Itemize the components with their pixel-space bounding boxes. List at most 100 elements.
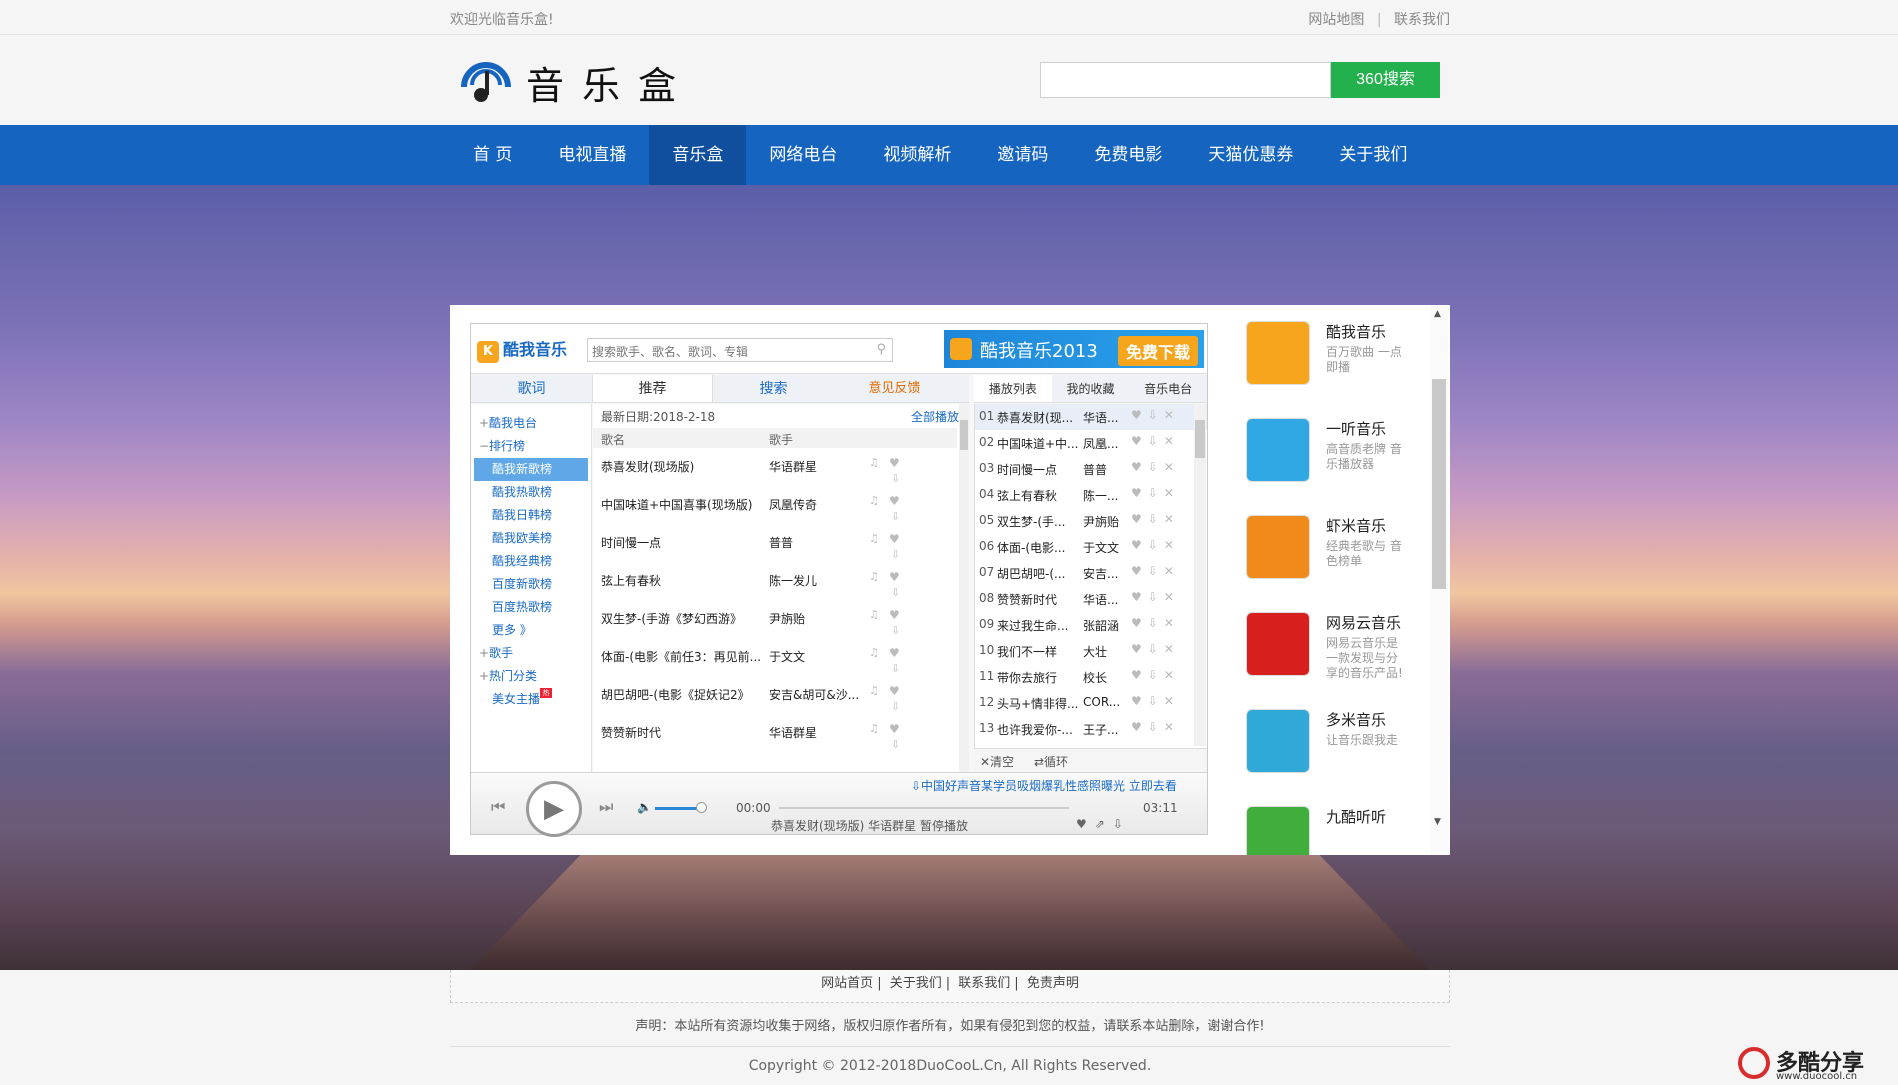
song-name[interactable]: 弦上有春秋 [601, 572, 761, 589]
song-singer[interactable]: 尹旃贻 [769, 610, 859, 627]
queue-item[interactable]: 08 赞赞新时代 华语... ♥⇩✕ [975, 586, 1207, 612]
table-row[interactable]: 赞赞新时代 华语群星 ♫ ♥ ⇩ [593, 716, 957, 754]
song-singer[interactable]: 华语群星 [769, 458, 859, 475]
app-item[interactable]: 网易云音乐 网易云音乐是 一款发现与分 享的音乐产品! [1242, 606, 1424, 703]
list-scroll-thumb[interactable] [960, 420, 968, 450]
heart-icon[interactable]: ♥ [1131, 460, 1148, 474]
sidebar-item-baidu-new[interactable]: 百度新歌榜 [471, 573, 591, 596]
table-row[interactable]: 体面-(电影《前任3：再见前... 于文文 ♫ ♥ ⇩ [593, 640, 957, 678]
queue-title[interactable]: 我们不一样 [997, 643, 1079, 660]
sidebar-item-more[interactable]: 更多 》 [471, 619, 591, 642]
sidebar-item-charts[interactable]: 排行榜 [471, 435, 591, 458]
footer-home-link[interactable]: 网站首页 [821, 976, 873, 991]
table-row[interactable]: 中国味道+中国喜事(现场版) 凤凰传奇 ♫ ♥ ⇩ [593, 488, 957, 526]
table-row[interactable]: 恭喜发财(现场版) 华语群星 ♫ ♥ ⇩ [593, 450, 957, 488]
queue-artist[interactable]: COR... [1083, 695, 1123, 709]
progress-bar[interactable] [779, 807, 1069, 809]
download-icon[interactable]: ⇩ [1148, 538, 1164, 552]
queue-item[interactable]: 07 胡巴胡吧-(... 安吉... ♥⇩✕ [975, 560, 1207, 586]
queue-title[interactable]: 来过我生命... [997, 617, 1079, 634]
song-name[interactable]: 胡巴胡吧-(电影《捉妖记2》 [601, 686, 761, 703]
tab-recommend[interactable]: 推荐 [592, 375, 713, 402]
headphone-icon[interactable]: ♫ [869, 570, 879, 583]
queue-artist[interactable]: 华语... [1083, 591, 1123, 608]
heart-icon[interactable]: ♥ [889, 456, 900, 470]
tab-search[interactable]: 搜索 [713, 375, 834, 402]
heart-icon[interactable]: ♥ [1131, 434, 1148, 448]
close-icon[interactable]: ✕ [1164, 408, 1180, 422]
sidebar-item-kuwo-classic[interactable]: 酷我经典榜 [471, 550, 591, 573]
queue-title[interactable]: 赞赞新时代 [997, 591, 1079, 608]
queue-title[interactable]: 时间慢一点 [997, 461, 1079, 478]
headphone-icon[interactable]: ♫ [869, 532, 879, 545]
queue-item[interactable]: 06 体面-(电影... 于文文 ♥⇩✕ [975, 534, 1207, 560]
heart-icon[interactable]: ♥ [889, 494, 900, 508]
queue-artist[interactable]: 大壮 [1083, 643, 1123, 660]
queue-item[interactable]: 09 来过我生命... 张韶涵 ♥⇩✕ [975, 612, 1207, 638]
close-icon[interactable]: ✕ [1164, 564, 1180, 578]
sidebar-item-singer[interactable]: 歌手 [471, 642, 591, 665]
play-all-link[interactable]: 全部播放 [911, 408, 959, 425]
queue-title[interactable]: 恭喜发财(现... [997, 409, 1079, 426]
heart-icon[interactable]: ♥ [1131, 512, 1148, 526]
queue-scrollbar[interactable] [1194, 404, 1206, 746]
tab-music-radio[interactable]: 音乐电台 [1129, 375, 1207, 402]
queue-item[interactable]: 12 头马+情非得... COR... ♥⇩✕ [975, 690, 1207, 716]
tab-lyrics[interactable]: 歌词 [471, 375, 592, 402]
download-icon[interactable]: ⇩ [1148, 720, 1164, 734]
contact-link[interactable]: 联系我们 [1394, 12, 1450, 28]
download-icon[interactable]: ⇩ [891, 738, 900, 751]
app-item[interactable]: 多米音乐 让音乐跟我走 [1242, 703, 1424, 800]
queue-title[interactable]: 带你去旅行 [997, 669, 1079, 686]
heart-icon[interactable]: ♥ [889, 722, 900, 736]
app-item[interactable]: 酷我音乐 百万歌曲 一点即播 [1242, 315, 1424, 412]
queue-item[interactable]: 10 我们不一样 大壮 ♥⇩✕ [975, 638, 1207, 664]
song-singer[interactable]: 陈一发儿 [769, 572, 859, 589]
queue-artist[interactable]: 校长 [1083, 669, 1123, 686]
tab-favorites[interactable]: 我的收藏 [1052, 375, 1130, 402]
headphone-icon[interactable]: ♫ [869, 684, 879, 697]
sidebar-item-kuwo-jk[interactable]: 酷我日韩榜 [471, 504, 591, 527]
table-row[interactable]: 胡巴胡吧-(电影《捉妖记2》 安吉&胡可&沙... ♫ ♥ ⇩ [593, 678, 957, 716]
queue-artist[interactable]: 华语... [1083, 409, 1123, 426]
queue-title[interactable]: 胡巴胡吧-(... [997, 565, 1079, 582]
sidebar-item-hot-category[interactable]: 热门分类 [471, 665, 591, 688]
close-icon[interactable]: ✕ [1164, 642, 1180, 656]
heart-icon[interactable]: ♥ [1131, 408, 1148, 422]
sidebar-item-kuwo-western[interactable]: 酷我欧美榜 [471, 527, 591, 550]
site-logo[interactable]: 音乐盒 [456, 47, 696, 108]
close-icon[interactable]: ✕ [1164, 512, 1180, 526]
heart-icon[interactable]: ♥ [1131, 694, 1148, 708]
next-icon[interactable]: ⏭ [599, 797, 613, 817]
song-singer[interactable]: 凤凰传奇 [769, 496, 859, 513]
sidebar-item-radio[interactable]: 酷我电台 [471, 412, 591, 435]
queue-artist[interactable]: 于文文 [1083, 539, 1123, 556]
volume-knob[interactable] [696, 802, 707, 813]
heart-icon[interactable]: ♥ [1076, 817, 1095, 831]
footer-contact-link[interactable]: 联系我们 [958, 976, 1010, 991]
player-search-input[interactable]: 搜索歌手、歌名、歌词、专辑 ⚲ [587, 338, 893, 362]
close-icon[interactable]: ✕ [1164, 538, 1180, 552]
close-icon[interactable]: ✕ [1164, 434, 1180, 448]
queue-item[interactable]: 13 也许我爱你-... 王子... ♥⇩✕ [975, 716, 1207, 742]
nav-radio[interactable]: 网络电台 [746, 125, 860, 185]
queue-artist[interactable]: 安吉... [1083, 565, 1123, 582]
nav-tv-live[interactable]: 电视直播 [535, 125, 649, 185]
heart-icon[interactable]: ♥ [1131, 590, 1148, 604]
app-icon[interactable] [1246, 321, 1310, 385]
heart-icon[interactable]: ♥ [889, 532, 900, 546]
download-icon[interactable]: ⇩ [1148, 408, 1164, 422]
previous-icon[interactable]: ⏮ [491, 797, 505, 817]
headphone-icon[interactable]: ♫ [869, 494, 879, 507]
queue-artist[interactable]: 普普 [1083, 461, 1123, 478]
download-icon[interactable]: ⇩ [1148, 616, 1164, 630]
app-name[interactable]: 网易云音乐 [1326, 612, 1401, 633]
queue-title[interactable]: 也许我爱你-... [997, 721, 1079, 738]
app-scroll-thumb[interactable] [1432, 379, 1446, 589]
song-singer[interactable]: 华语群星 [769, 724, 859, 741]
nav-video-parse[interactable]: 视频解析 [860, 125, 974, 185]
heart-icon[interactable]: ♥ [1131, 486, 1148, 500]
app-icon[interactable] [1246, 612, 1310, 676]
song-name[interactable]: 中国味道+中国喜事(现场版) [601, 496, 761, 513]
app-icon[interactable] [1246, 806, 1310, 855]
